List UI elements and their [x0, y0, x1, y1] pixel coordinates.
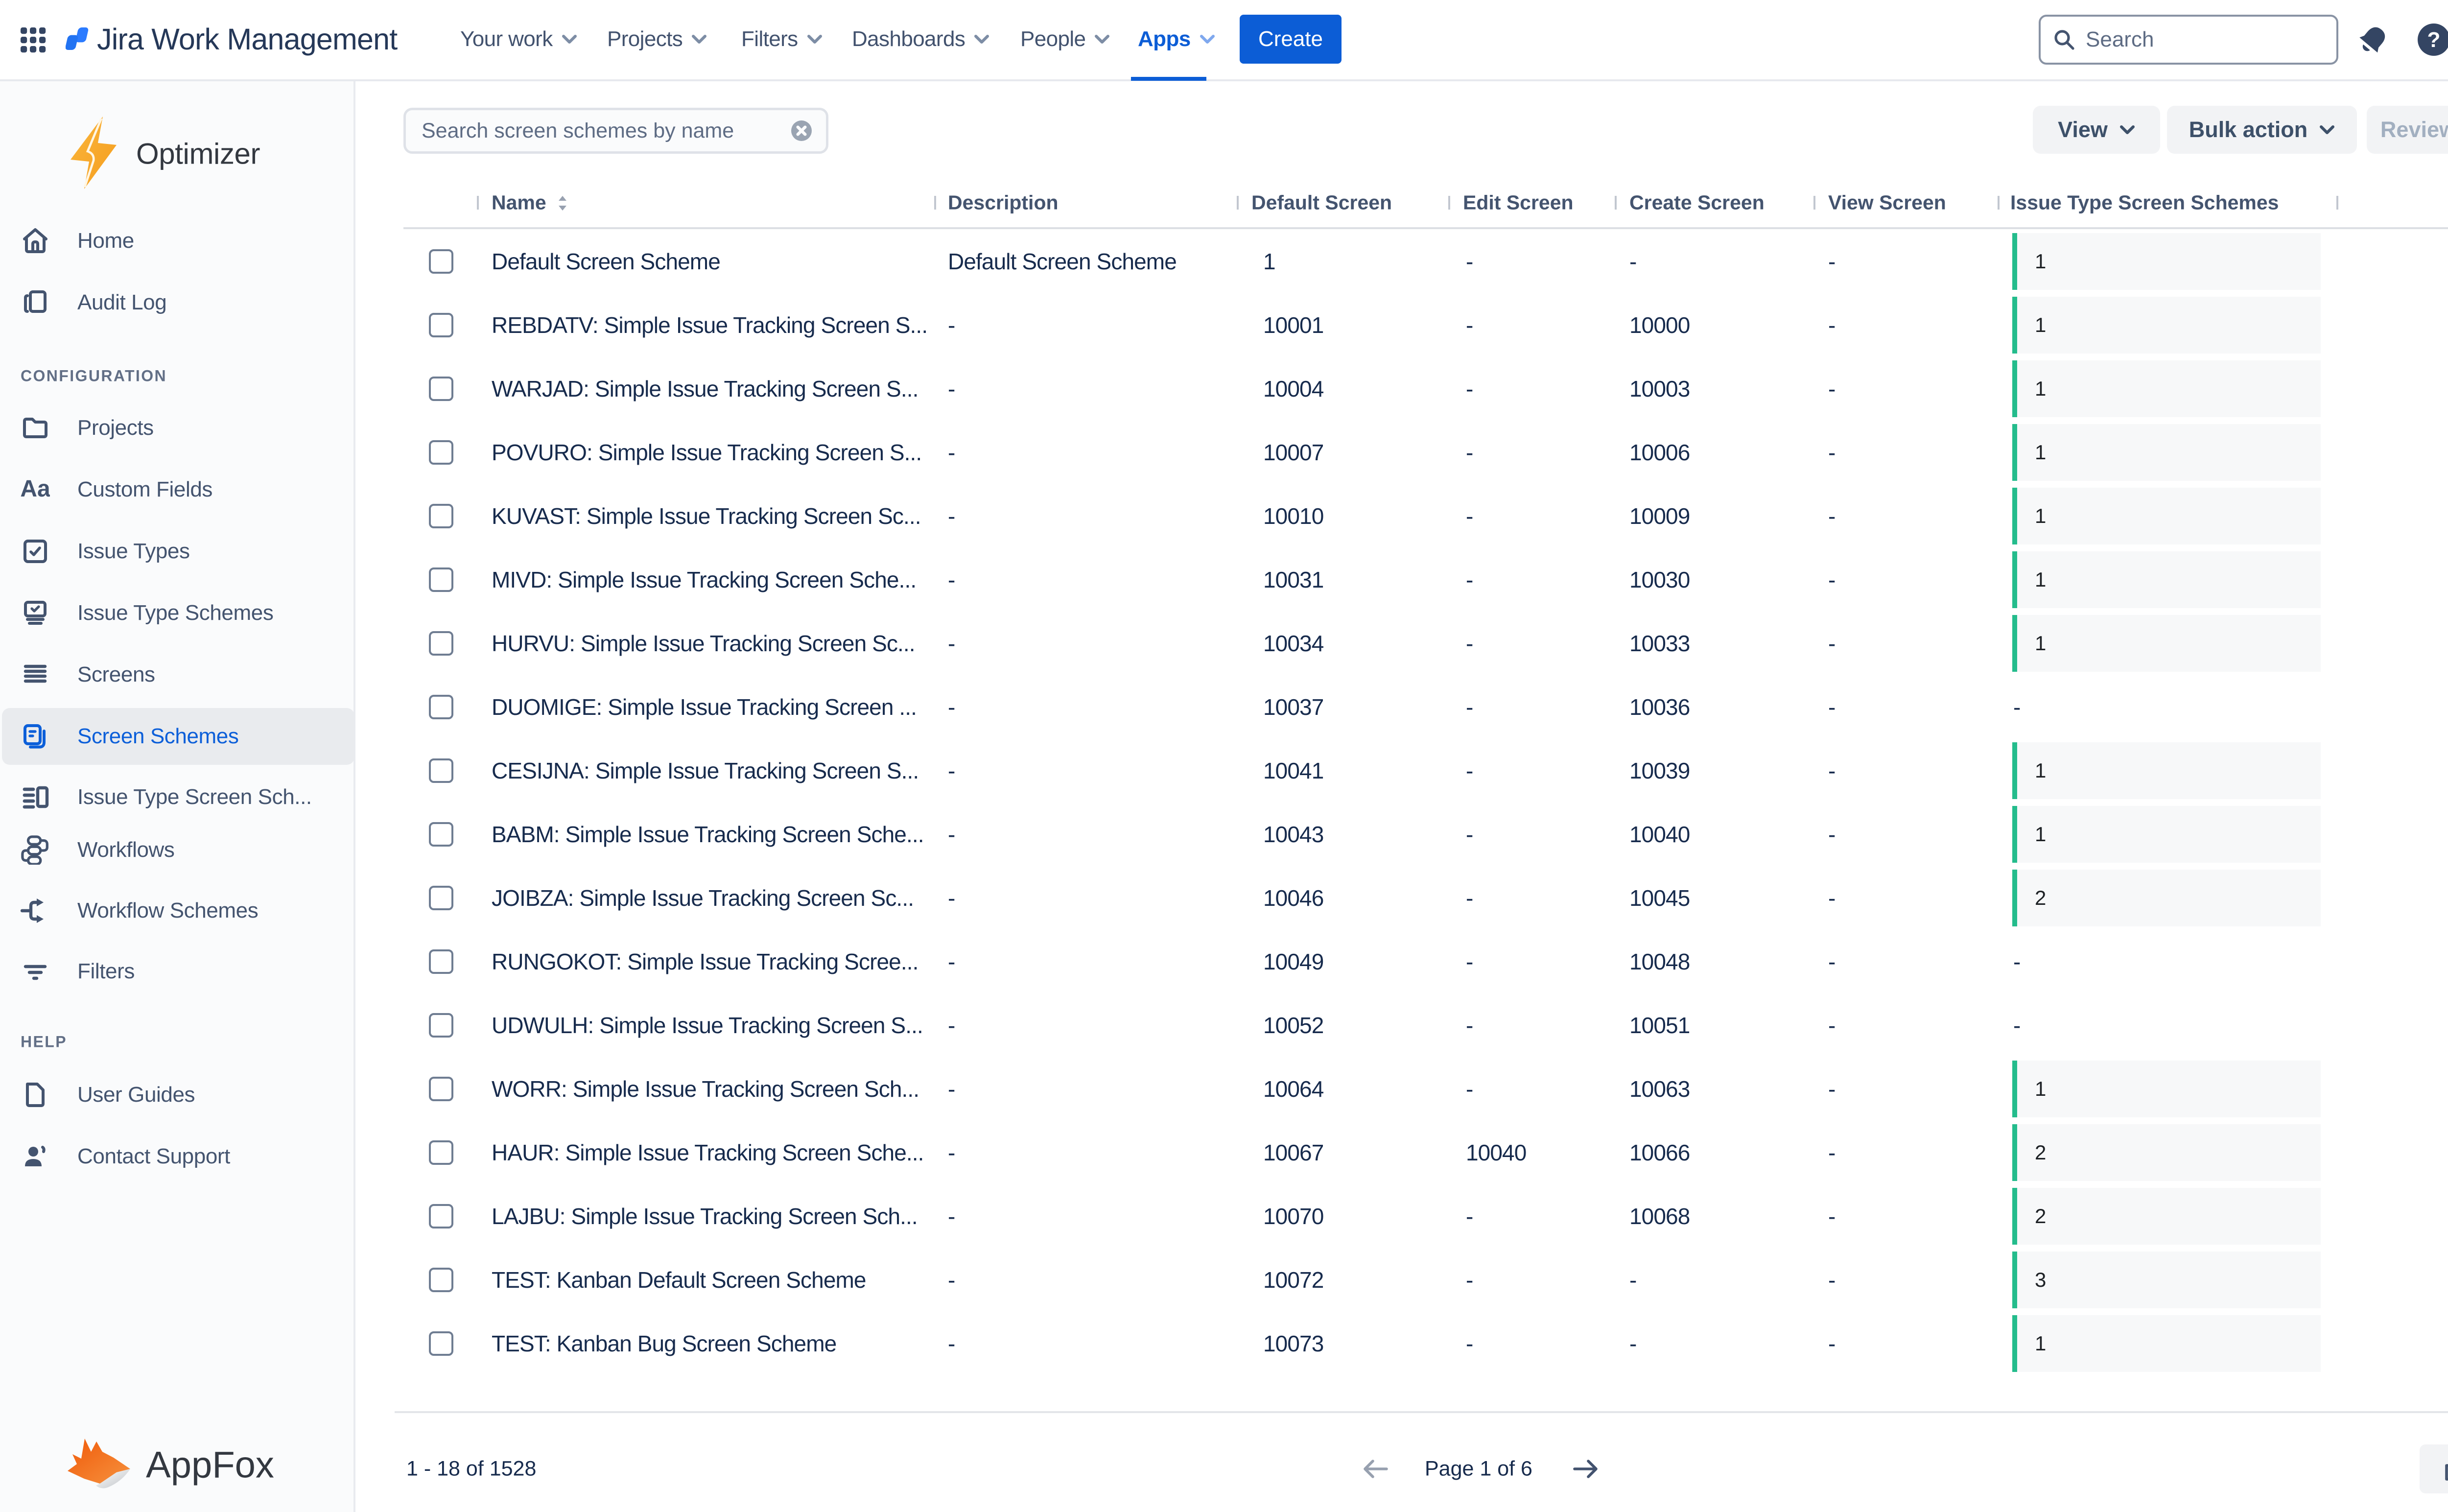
svg-text:?: ?	[2427, 28, 2441, 52]
svg-text:Aa: Aa	[21, 476, 50, 502]
